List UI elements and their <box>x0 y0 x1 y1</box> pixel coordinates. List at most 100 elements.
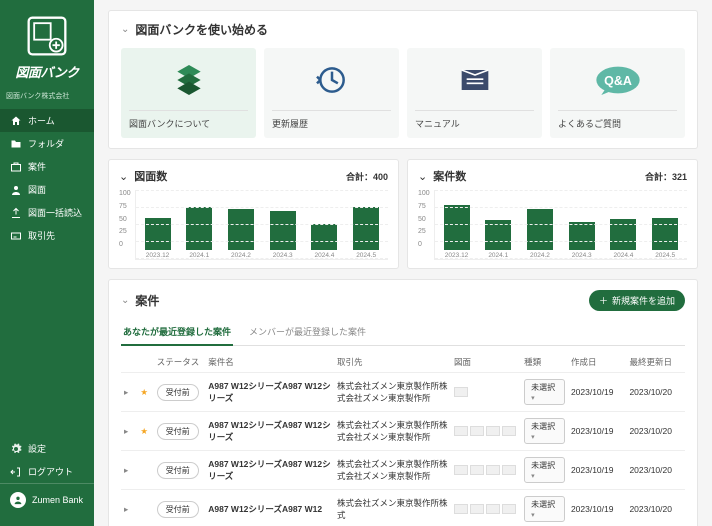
sidebar-user[interactable]: Zumen Bank <box>0 483 94 516</box>
tile-icon <box>415 56 534 104</box>
cases-title: 案件 <box>135 292 159 309</box>
expand-icon[interactable]: ▸ <box>124 387 128 397</box>
chart-total: 合計：321 <box>645 170 687 183</box>
created-date: 2023/10/19 <box>568 373 627 412</box>
expand-icon[interactable]: ▸ <box>124 426 128 436</box>
type-select[interactable]: 未選択 <box>524 496 565 522</box>
chevron-down-icon[interactable]: ⌄ <box>121 24 129 35</box>
sidebar-item-gear[interactable]: 設定 <box>0 437 94 460</box>
tile-label: 更新履歴 <box>272 110 391 130</box>
type-select[interactable]: 未選択 <box>524 379 565 405</box>
table-row: ▸ 受付前 A987 W12シリーズA987 W12 株式会社ズメン東京製作所株… <box>121 490 685 526</box>
avatar-icon <box>10 492 26 508</box>
th-name: 案件名 <box>205 352 334 373</box>
plus-icon: ＋ <box>599 294 608 307</box>
sidebar-item-card[interactable]: 取引先 <box>0 224 94 247</box>
status-badge: 受付前 <box>157 384 199 401</box>
briefcase-icon <box>10 161 22 173</box>
case-name[interactable]: A987 W12シリーズA987 W12 <box>205 490 334 526</box>
brand-name: 図面バンク <box>15 62 78 81</box>
case-name[interactable]: A987 W12シリーズA987 W12シリーズ <box>205 373 334 412</box>
main-content: ⌄ 図面バンクを使い始める 図面バンクについて更新履歴 マニュアル Q&A よくあるご… <box>94 0 712 526</box>
table-row: ▸ ★ 受付前 A987 W12シリーズA987 W12シリーズ 株式会社ズメン… <box>121 373 685 412</box>
bar: 2024.4 <box>307 224 343 259</box>
card-icon <box>10 230 22 242</box>
tile-2[interactable]: マニュアル <box>407 48 542 138</box>
expand-icon[interactable]: ▸ <box>124 465 128 475</box>
bar: 2023.12 <box>439 205 475 259</box>
sidebar-item-folder[interactable]: フォルダ <box>0 132 94 155</box>
chevron-down-icon[interactable]: ⌄ <box>418 170 427 183</box>
sidebar: 図面バンク 図面バンク株式会社 ホームフォルダ案件図面図面一括読込取引先 設定ロ… <box>0 0 94 526</box>
chart-0: ⌄図面数 合計：400 10075502502023.122024.12024.… <box>108 159 399 269</box>
sidebar-item-home[interactable]: ホーム <box>0 109 94 132</box>
status-badge: 受付前 <box>157 423 199 440</box>
bar: 2024.5 <box>647 218 683 259</box>
cases-table: ステータス 案件名 取引先 図面 種類 作成日 最終更新日 ▸ ★ 受付前 A9… <box>121 352 685 526</box>
person-icon <box>10 184 22 196</box>
drawing-thumbs[interactable] <box>454 387 518 397</box>
logo: 図面バンク <box>0 10 94 89</box>
table-row: ▸ 受付前 A987 W12シリーズA987 W12シリーズ 株式会社ズメン東京… <box>121 451 685 490</box>
tile-label: マニュアル <box>415 110 534 130</box>
th-created: 作成日 <box>568 352 627 373</box>
sidebar-item-label: 案件 <box>28 160 46 173</box>
tab-0[interactable]: あなたが最近登録した案件 <box>121 319 233 346</box>
bar: 2024.3 <box>265 211 301 259</box>
updated-date: 2023/10/20 <box>626 373 685 412</box>
drawing-thumbs[interactable] <box>454 426 518 436</box>
sidebar-item-label: ホーム <box>28 114 55 127</box>
cases-panel: ⌄ 案件 ＋ 新規案件を追加 あなたが最近登録した案件メンバーが最近登録した案件… <box>108 279 698 526</box>
nav: ホームフォルダ案件図面図面一括読込取引先 <box>0 109 94 437</box>
case-name[interactable]: A987 W12シリーズA987 W12シリーズ <box>205 451 334 490</box>
tile-icon <box>129 56 248 104</box>
tile-label: よくあるご質問 <box>558 110 677 130</box>
created-date: 2023/10/19 <box>568 451 627 490</box>
sidebar-item-person[interactable]: 図面 <box>0 178 94 201</box>
logout-icon <box>10 466 22 478</box>
drawing-thumbs[interactable] <box>454 504 518 514</box>
tile-3[interactable]: Q&A よくあるご質問 <box>550 48 685 138</box>
expand-icon[interactable]: ▸ <box>124 504 128 514</box>
client-name: 株式会社ズメン東京製作所株式会社ズメン東京製作所 <box>334 412 451 451</box>
sidebar-item-logout[interactable]: ログアウト <box>0 460 94 483</box>
bar: 2024.1 <box>181 207 217 260</box>
updated-date: 2023/10/20 <box>626 412 685 451</box>
sidebar-item-upload[interactable]: 図面一括読込 <box>0 201 94 224</box>
add-case-button[interactable]: ＋ 新規案件を追加 <box>589 290 685 311</box>
sidebar-item-label: ログアウト <box>28 465 73 478</box>
sidebar-item-label: 設定 <box>28 442 46 455</box>
th-updated: 最終更新日 <box>626 352 685 373</box>
chart-title: 案件数 <box>433 168 466 184</box>
tile-1[interactable]: 更新履歴 <box>264 48 399 138</box>
created-date: 2023/10/19 <box>568 412 627 451</box>
tile-icon: Q&A <box>558 56 677 104</box>
chevron-down-icon[interactable]: ⌄ <box>121 295 129 306</box>
chevron-down-icon[interactable]: ⌄ <box>119 170 128 183</box>
type-select[interactable]: 未選択 <box>524 418 565 444</box>
th-status: ステータス <box>154 352 205 373</box>
add-case-label: 新規案件を追加 <box>612 294 675 307</box>
created-date: 2023/10/19 <box>568 490 627 526</box>
sidebar-item-briefcase[interactable]: 案件 <box>0 155 94 178</box>
star-icon[interactable]: ★ <box>140 387 148 397</box>
gear-icon <box>10 443 22 455</box>
type-select[interactable]: 未選択 <box>524 457 565 483</box>
case-name[interactable]: A987 W12シリーズA987 W12シリーズ <box>205 412 334 451</box>
sidebar-item-label: 図面一括読込 <box>28 206 82 219</box>
getting-started-panel: ⌄ 図面バンクを使い始める 図面バンクについて更新履歴 マニュアル Q&A よくあるご… <box>108 10 698 149</box>
star-icon[interactable]: ★ <box>140 426 148 436</box>
panel-title: 図面バンクを使い始める <box>135 21 268 38</box>
tab-1[interactable]: メンバーが最近登録した案件 <box>247 319 368 345</box>
drawing-thumbs[interactable] <box>454 465 518 475</box>
bar: 2024.1 <box>480 220 516 259</box>
tile-0[interactable]: 図面バンクについて <box>121 48 256 138</box>
bar: 2024.4 <box>606 219 642 259</box>
upload-icon <box>10 207 22 219</box>
bar: 2024.5 <box>348 207 384 260</box>
chart-total: 合計：400 <box>346 170 388 183</box>
tile-icon <box>272 56 391 104</box>
user-name: Zumen Bank <box>32 495 83 505</box>
client-name: 株式会社ズメン東京製作所株式 <box>334 490 451 526</box>
home-icon <box>10 115 22 127</box>
